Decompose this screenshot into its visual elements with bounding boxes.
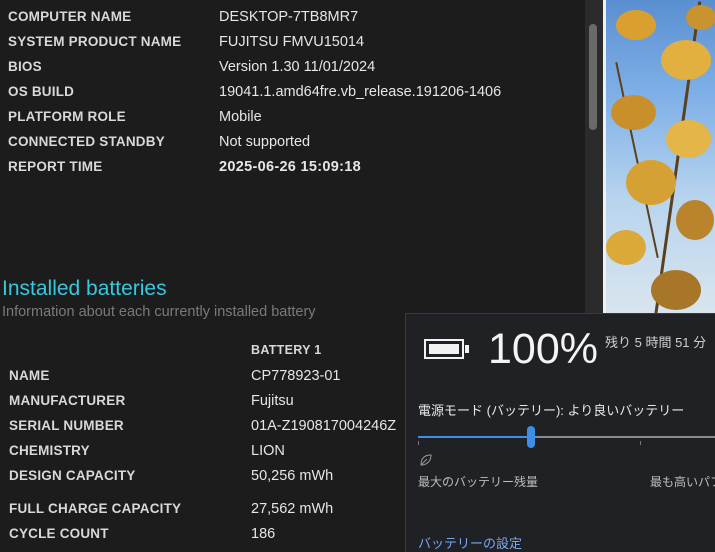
row-key: DESIGN CAPACITY [9, 468, 136, 483]
row-value: 186 [251, 526, 276, 542]
battery-icon-tip [465, 345, 469, 353]
row-value: 27,562 mWh [251, 501, 334, 517]
section-title: Installed batteries [2, 277, 167, 300]
power-mode-label: 電源モード (バッテリー): より良いバッテリー [418, 403, 685, 418]
row-key: CHEMISTRY [9, 443, 90, 458]
row-key: CONNECTED STANDBY [8, 134, 165, 149]
power-mode-slider-fill [418, 436, 531, 438]
battery-settings-link[interactable]: バッテリーの設定 [418, 533, 522, 552]
slider-label-left: 最大のバッテリー残量 [418, 475, 539, 489]
row-value: 50,256 mWh [251, 468, 334, 484]
desktop-wallpaper [606, 0, 715, 320]
time-remaining: 残り 5 時間 51 分 [605, 335, 707, 350]
row-key: OS BUILD [8, 84, 75, 99]
row-value: FUJITSU FMVU15014 [219, 34, 365, 50]
row-value: LION [251, 443, 285, 459]
slider-tick [418, 441, 419, 445]
battery-percent: 100% [488, 325, 598, 373]
row-key: SERIAL NUMBER [9, 418, 124, 433]
row-value: Not supported [219, 134, 311, 150]
row-key: FULL CHARGE CAPACITY [9, 501, 182, 516]
section-subtitle: Information about each currently install… [2, 304, 316, 320]
row-value: 19041.1.amd64fre.vb_release.191206-1406 [219, 84, 502, 100]
row-value: CP778923-01 [251, 368, 341, 384]
battery-icon [424, 339, 464, 359]
slider-tick [640, 441, 641, 445]
row-value: Fujitsu [251, 393, 294, 409]
battery-saver-leaf-icon [420, 454, 432, 466]
row-value: Version 1.30 11/01/2024 [219, 59, 376, 75]
slider-label-right: 最も高いパフォ [650, 475, 715, 489]
battery-column-header: BATTERY 1 [251, 343, 322, 357]
row-value: 01A-Z190817004246Z [251, 418, 397, 434]
row-key: SYSTEM PRODUCT NAME [8, 34, 182, 49]
row-value: Mobile [219, 109, 262, 125]
row-key: NAME [9, 368, 50, 383]
power-mode-slider-thumb[interactable] [527, 426, 535, 448]
report-time-value: 2025-06-26 15:09:18 [219, 159, 361, 175]
row-key: BIOS [8, 59, 42, 74]
scrollbar-thumb[interactable] [589, 24, 597, 130]
row-key: COMPUTER NAME [8, 9, 132, 24]
row-key: MANUFACTURER [9, 393, 126, 408]
row-value: DESKTOP-7TB8MR7 [219, 9, 359, 25]
row-key: REPORT TIME [8, 159, 103, 174]
row-key: CYCLE COUNT [9, 526, 109, 541]
row-key: PLATFORM ROLE [8, 109, 126, 124]
